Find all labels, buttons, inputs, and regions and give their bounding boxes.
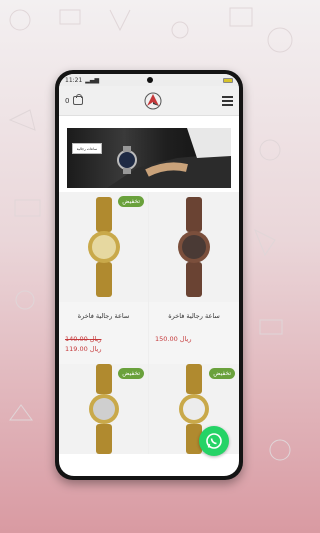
front-camera: [147, 77, 153, 83]
app-header: 0: [59, 86, 239, 116]
product-image: [59, 192, 148, 302]
phone-frame: 11:21 ▂▄▆ 0 ساعات رجالية ساعة رجالية فاخ…: [55, 70, 243, 480]
status-time: 11:21: [65, 76, 83, 84]
whatsapp-button[interactable]: [199, 426, 229, 456]
menu-icon[interactable]: [222, 95, 233, 106]
product-price: 150.00 ريال: [155, 335, 192, 343]
old-price: 140.00 ريال: [65, 335, 102, 343]
signal-icon: ▂▄▆: [85, 76, 100, 84]
product-title: ساعة رجالية فاخرة: [168, 312, 220, 320]
discount-badge: تخفيض: [118, 368, 144, 379]
product-card[interactable]: ساعة رجالية فاخرة 140.00 ريال 119.00 ريا…: [59, 192, 149, 364]
whatsapp-icon: [206, 433, 222, 449]
promo-banner[interactable]: ساعات رجالية: [67, 128, 231, 188]
product-grid: ساعة رجالية فاخرة 140.00 ريال 119.00 ريا…: [59, 192, 239, 454]
cart-icon: [73, 94, 84, 105]
product-image: [149, 192, 239, 302]
discount-badge: تخفيض: [118, 196, 144, 207]
banner-label: ساعات رجالية: [72, 143, 102, 154]
logo-icon[interactable]: [142, 90, 164, 112]
product-price: 119.00 ريال: [65, 345, 102, 353]
product-card[interactable]: ساعة رجالية فاخرة 150.00 ريال: [149, 192, 239, 364]
cart-count: 0: [65, 96, 70, 105]
app-screen: 11:21 ▂▄▆ 0 ساعات رجالية ساعة رجالية فاخ…: [59, 74, 239, 476]
product-title: ساعة رجالية فاخرة: [77, 312, 130, 320]
battery-icon: [223, 77, 233, 83]
banner-watch-image: [107, 128, 231, 188]
cart-button[interactable]: 0: [65, 94, 84, 105]
product-card[interactable]: تخفيض: [59, 364, 149, 454]
discount-badge: تخفيض: [209, 368, 235, 379]
